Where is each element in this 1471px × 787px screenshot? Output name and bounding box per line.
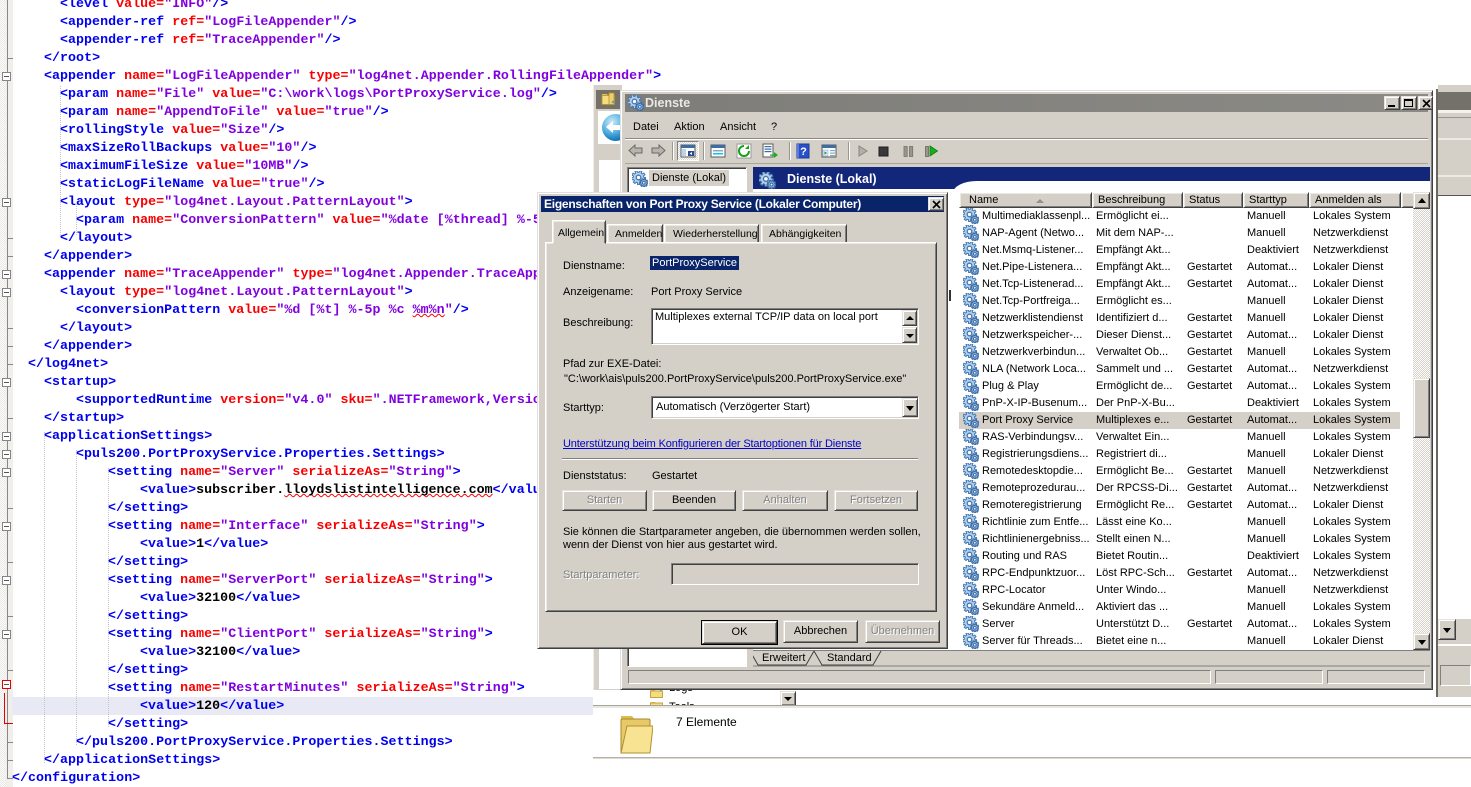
svg-text:?: ?	[800, 146, 807, 158]
